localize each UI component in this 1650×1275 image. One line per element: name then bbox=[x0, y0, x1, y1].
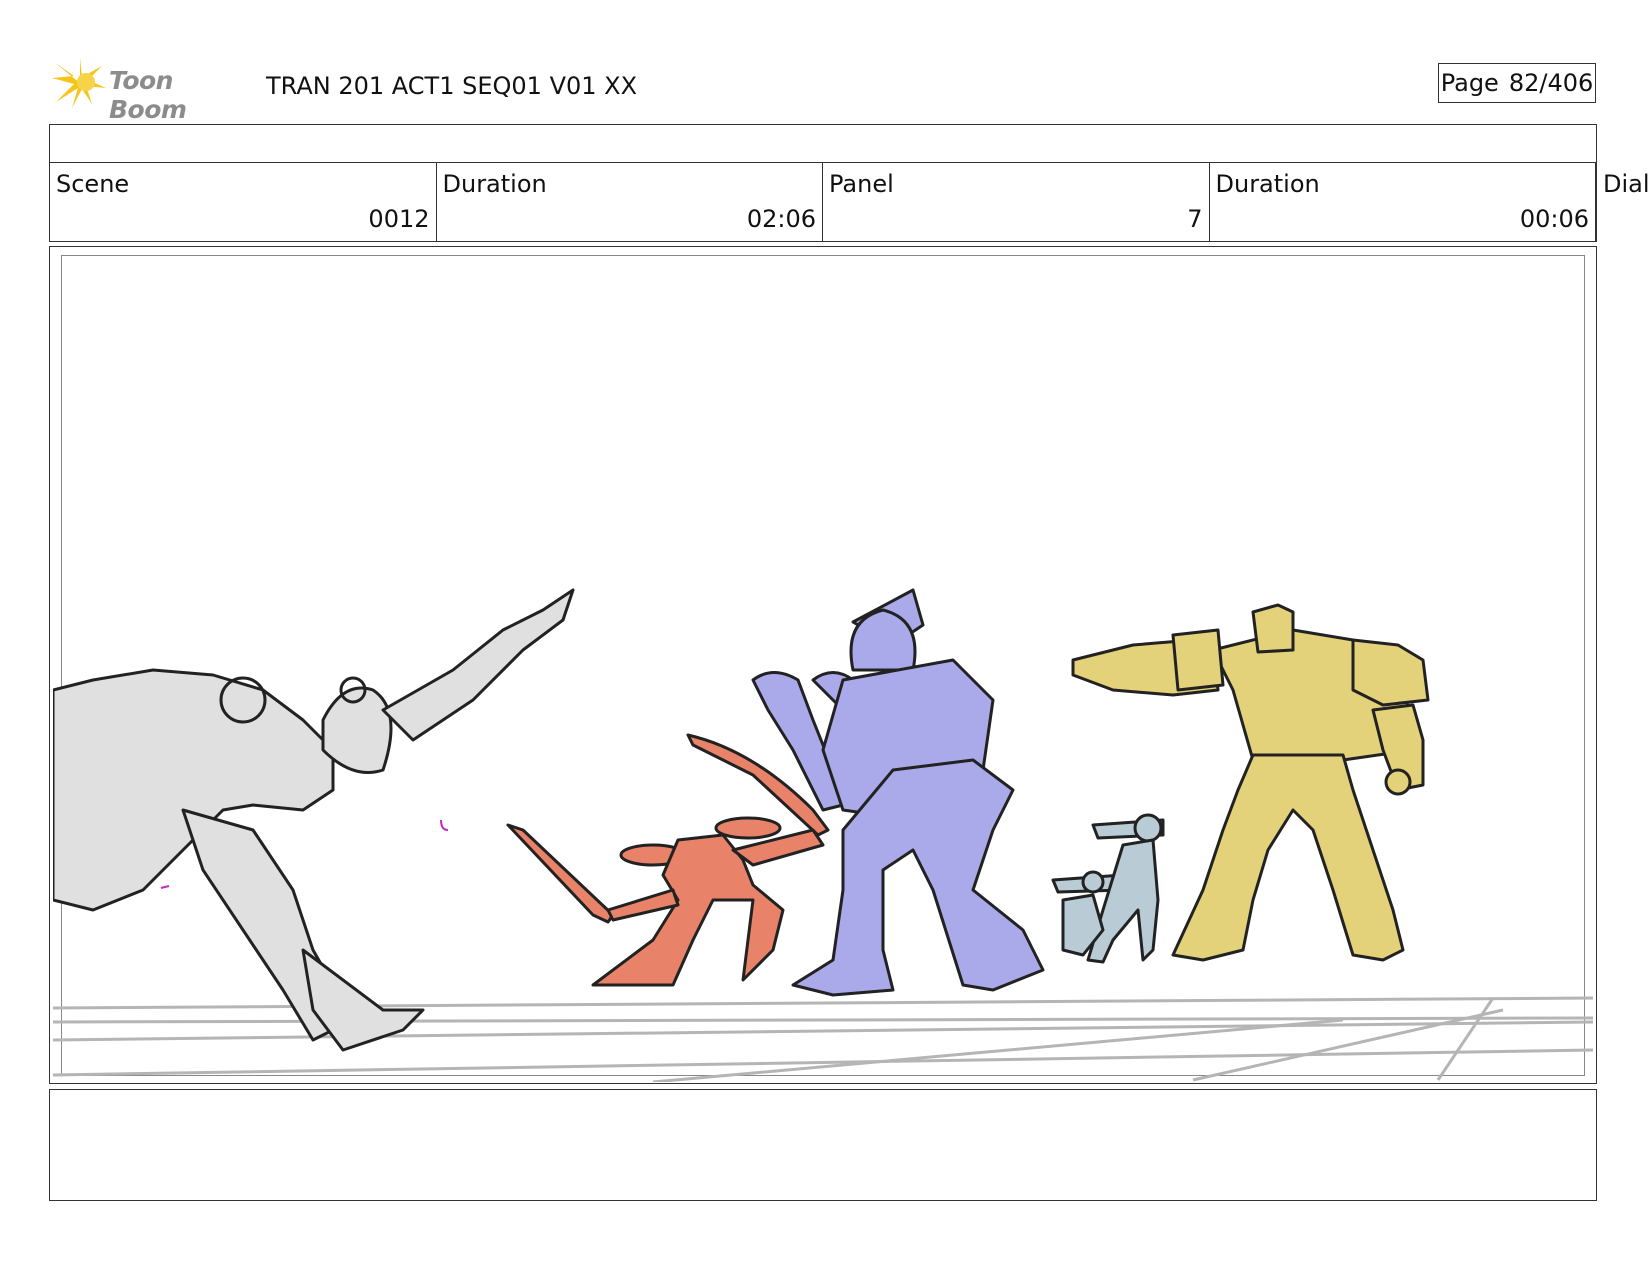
scene-value: 0012 bbox=[368, 205, 430, 233]
dialog-label: Dialo bbox=[1603, 170, 1650, 198]
floor-grid bbox=[53, 996, 1594, 1082]
logo-text: Toon Boom bbox=[109, 66, 187, 124]
page-indicator: Page 82/406 bbox=[1438, 63, 1596, 103]
info-row: Scene 0012 Duration 02:06 Panel 7 Durati… bbox=[49, 162, 1597, 242]
scene-cell: Scene 0012 bbox=[50, 163, 437, 241]
blue-soldier-figure bbox=[1051, 813, 1165, 964]
red-robot-figure bbox=[506, 733, 830, 987]
panel-cell: Panel 7 bbox=[823, 163, 1210, 241]
gray-robot-figure bbox=[53, 588, 575, 1052]
scene-label: Scene bbox=[56, 170, 130, 198]
scene-duration-value: 02:06 bbox=[746, 205, 816, 233]
panel-duration-label: Duration bbox=[1215, 170, 1320, 198]
panel-sketch bbox=[53, 588, 1594, 1082]
scene-duration-cell: Duration 02:06 bbox=[437, 163, 823, 241]
panel-duration-cell: Duration 00:06 bbox=[1210, 163, 1596, 241]
mark bbox=[440, 819, 449, 831]
panel-duration-value: 00:06 bbox=[1519, 205, 1589, 233]
scene-duration-label: Duration bbox=[442, 170, 547, 198]
page-value: 82/406 bbox=[1508, 69, 1594, 97]
starburst-icon bbox=[52, 58, 106, 108]
caption-box bbox=[49, 1089, 1597, 1201]
panel-label: Panel bbox=[829, 170, 894, 198]
toon-boom-logo: Toon Boom bbox=[52, 58, 252, 124]
page-label: Page bbox=[1440, 69, 1499, 97]
document-title: TRAN 201 ACT1 SEQ01 V01 XX bbox=[266, 72, 638, 100]
panel-value: 7 bbox=[1187, 205, 1203, 233]
header-strip bbox=[49, 124, 1597, 163]
